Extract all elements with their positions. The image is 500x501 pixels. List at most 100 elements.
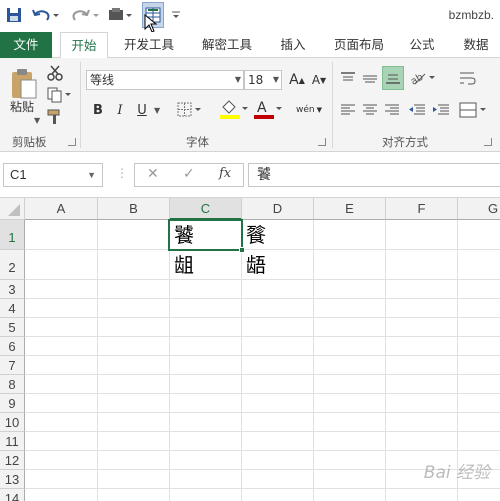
font-size-dropdown-icon[interactable]: ▼ [273,71,279,89]
row-header-9[interactable]: 9 [0,394,25,413]
orientation-icon[interactable]: ab [408,68,438,88]
row-header-3[interactable]: 3 [0,280,25,299]
font-name-value: 等线 [90,73,115,87]
italic-button[interactable]: I [112,100,128,120]
ribbon-home: 粘贴 ▼ 剪贴板 等线 ▼ 18 ▼ A ▲ A ▼ B I U ▼ A wén ▼ … [0,58,500,152]
ribbon-tabs: 文件 开始 开发工具 解密工具 插入 页面布局 公式 数据 [0,32,500,59]
gridline [25,450,500,451]
column-header-b[interactable]: B [98,198,170,220]
row-header-12[interactable]: 12 [0,451,25,470]
row-header-7[interactable]: 7 [0,356,25,375]
row-header-6[interactable]: 6 [0,337,25,356]
column-header-a[interactable]: A [25,198,98,220]
font-color-icon[interactable]: A [252,98,284,122]
paste-dropdown-icon[interactable]: ▼ [34,116,40,125]
fill-color-icon[interactable] [218,98,250,122]
clipboard-launcher-icon[interactable] [68,138,76,146]
column-header-d[interactable]: D [242,198,314,220]
row-header-13[interactable]: 13 [0,470,25,489]
bold-button[interactable]: B [90,100,106,120]
grow-font-button[interactable]: A ▲ [288,70,306,90]
merge-center-icon[interactable] [458,100,488,120]
font-size-combo[interactable]: 18 ▼ [244,70,282,90]
name-box-value: C1 [10,167,27,182]
redo-icon[interactable] [70,4,100,26]
row-header-2[interactable]: 2 [0,250,25,280]
row-header-5[interactable]: 5 [0,318,25,337]
column-header-e[interactable]: E [314,198,386,220]
tab-file[interactable]: 文件 [0,32,52,58]
cut-icon[interactable] [46,64,64,82]
gridline [385,220,386,501]
column-header-c[interactable]: C [170,198,242,220]
underline-dropdown-icon[interactable]: ▼ [154,106,160,115]
row-header-8[interactable]: 8 [0,375,25,394]
align-left-icon[interactable] [338,100,358,120]
name-box-dropdown-icon[interactable]: ▼ [87,164,96,186]
middle-align-icon[interactable] [360,68,380,88]
bottom-align-icon[interactable] [382,66,404,90]
active-cell-border [168,219,243,251]
gridline [25,431,500,432]
tab-decrypt-tools[interactable]: 解密工具 [194,32,260,58]
watermark: Bai 经验 [423,463,490,483]
copy-icon[interactable] [46,86,74,104]
increase-indent-icon[interactable] [430,100,452,120]
borders-icon[interactable] [176,100,204,120]
wrap-text-icon[interactable] [456,68,480,88]
font-name-dropdown-icon[interactable]: ▼ [235,71,241,89]
fill-handle[interactable] [239,247,245,253]
font-name-combo[interactable]: 等线 ▼ [86,70,244,90]
format-painter-qat-icon[interactable] [106,4,134,26]
tab-insert[interactable]: 插入 [272,32,314,58]
cell-c2[interactable]: 龃 [170,252,242,280]
paste-label[interactable]: 粘贴 [10,98,34,115]
align-right-icon[interactable] [382,100,402,120]
row-header-1[interactable]: 1 [0,220,25,250]
row-header-14[interactable]: 14 [0,489,25,501]
gridline [25,374,500,375]
gridline [25,298,500,299]
name-box[interactable]: C1 ▼ [3,163,103,187]
column-header-g[interactable]: G [458,198,500,220]
select-all-corner[interactable] [0,198,25,220]
insert-function-icon[interactable]: fx [219,166,231,181]
tab-data[interactable]: 数据 [456,32,496,58]
mouse-cursor-icon [144,14,158,33]
separator [332,62,333,148]
gridline [25,355,500,356]
gridline [25,412,500,413]
cell-d1[interactable]: 餮 [242,222,314,250]
phonetic-guide-button[interactable]: wén ▼ [294,98,324,122]
gridline [25,488,500,489]
formula-buttons: ✕ ✓ fx [134,163,244,187]
tab-page-layout[interactable]: 页面布局 [326,32,392,58]
shrink-font-button[interactable]: A ▼ [310,70,328,90]
top-align-icon[interactable] [338,68,358,88]
window-title: bzmbzb. [448,8,494,22]
decrease-indent-icon[interactable] [406,100,428,120]
formula-input[interactable]: 饕 [248,163,500,187]
gridline [25,317,500,318]
row-header-11[interactable]: 11 [0,432,25,451]
worksheet-grid: A B C D E F G 1 2 3 4 5 6 7 8 9 10 11 12… [0,198,500,501]
underline-button[interactable]: U [134,100,150,120]
column-header-f[interactable]: F [386,198,458,220]
tab-formulas[interactable]: 公式 [402,32,442,58]
row-header-4[interactable]: 4 [0,299,25,318]
cell-d2[interactable]: 龉 [242,252,314,280]
customize-icon[interactable] [170,4,182,26]
tab-developer[interactable]: 开发工具 [116,32,182,58]
align-center-icon[interactable] [360,100,380,120]
save-icon[interactable] [4,4,24,26]
font-launcher-icon[interactable] [318,138,326,146]
format-painter-icon[interactable] [46,108,64,126]
tab-home[interactable]: 开始 [60,32,108,59]
enter-icon[interactable]: ✓ [183,166,195,182]
alignment-launcher-icon[interactable] [484,138,492,146]
cancel-icon[interactable]: ✕ [147,166,159,182]
undo-icon[interactable] [30,4,60,26]
row-header-10[interactable]: 10 [0,413,25,432]
separator [80,62,81,148]
svg-text:ab: ab [409,72,425,86]
